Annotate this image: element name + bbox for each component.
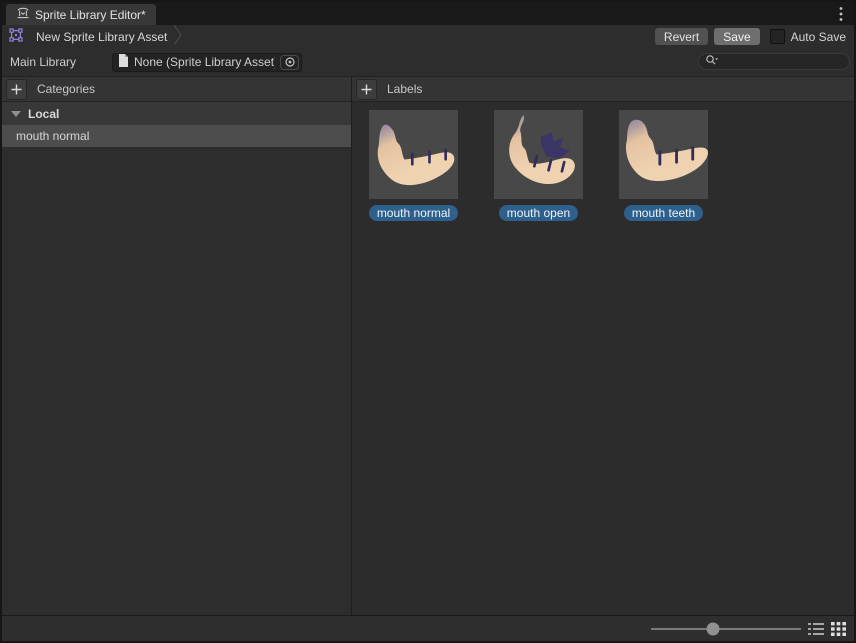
object-picker-icon[interactable] bbox=[280, 55, 299, 70]
toolbar: New Sprite Library Asset Revert Save Aut… bbox=[2, 25, 854, 48]
asset-file-icon bbox=[118, 54, 129, 70]
category-item-mouth-normal[interactable]: mouth normal bbox=[2, 125, 351, 147]
object-field-value: None (Sprite Library Asset) bbox=[134, 55, 275, 69]
categories-panel: Categories Local mouth normal bbox=[2, 77, 352, 615]
labels-header: Labels bbox=[352, 77, 854, 102]
toolbar-right-group: Revert Save Auto Save bbox=[655, 28, 854, 45]
thumbnail-size-slider[interactable] bbox=[651, 619, 801, 639]
search-input[interactable] bbox=[723, 55, 843, 69]
categories-header: Categories bbox=[2, 77, 351, 102]
auto-save-checkbox[interactable] bbox=[770, 29, 785, 44]
sprite-label-text: mouth normal bbox=[377, 206, 450, 220]
sprite-library-editor-window: Sprite Library Editor* bbox=[0, 0, 856, 643]
kebab-menu-icon[interactable] bbox=[834, 5, 848, 22]
breadcrumb[interactable]: New Sprite Library Asset bbox=[2, 25, 182, 48]
grid-view-icon[interactable] bbox=[829, 620, 847, 638]
sprite-card-mouth-open: mouth open bbox=[494, 110, 583, 221]
categories-title: Categories bbox=[37, 82, 95, 96]
category-group-label: Local bbox=[28, 107, 59, 121]
main-library-row: Main Library None (Sprite Library Asset) bbox=[2, 48, 854, 76]
save-button[interactable]: Save bbox=[714, 28, 759, 45]
sprite-label-text: mouth open bbox=[507, 206, 570, 220]
category-item-label: mouth normal bbox=[16, 129, 89, 143]
main-library-label: Main Library bbox=[2, 55, 112, 69]
category-group-local[interactable]: Local bbox=[2, 102, 351, 125]
sprite-label-badge[interactable]: mouth teeth bbox=[624, 205, 703, 221]
slider-knob[interactable] bbox=[706, 622, 719, 635]
sprite-library-asset-icon bbox=[8, 27, 24, 46]
main-library-object-field[interactable]: None (Sprite Library Asset) bbox=[112, 53, 302, 72]
sprite-label-text: mouth teeth bbox=[632, 206, 695, 220]
sprite-label-badge[interactable]: mouth normal bbox=[369, 205, 458, 221]
foldout-arrow-icon bbox=[11, 111, 21, 117]
labels-title: Labels bbox=[387, 82, 422, 96]
add-category-button[interactable] bbox=[6, 79, 27, 100]
tab-bar: Sprite Library Editor* bbox=[2, 2, 854, 25]
sprite-grid: mouth normal bbox=[352, 102, 854, 221]
sprite-thumbnail-mouth-normal[interactable] bbox=[369, 110, 458, 199]
sprite-card-mouth-teeth: mouth teeth bbox=[619, 110, 708, 221]
sprite-thumbnail-mouth-open[interactable] bbox=[494, 110, 583, 199]
breadcrumb-chevron-icon bbox=[173, 24, 182, 49]
slider-track[interactable] bbox=[651, 628, 801, 630]
search-icon bbox=[705, 54, 719, 69]
footer-bar bbox=[2, 615, 854, 641]
revert-button[interactable]: Revert bbox=[655, 28, 708, 45]
list-view-icon[interactable] bbox=[807, 620, 825, 638]
sprite-thumbnail-mouth-teeth[interactable] bbox=[619, 110, 708, 199]
tab-title: Sprite Library Editor* bbox=[35, 8, 146, 22]
sprite-label-badge[interactable]: mouth open bbox=[499, 205, 578, 221]
labels-panel: Labels bbox=[352, 77, 854, 615]
breadcrumb-label: New Sprite Library Asset bbox=[36, 30, 167, 44]
editor-panels: Categories Local mouth normal Labels bbox=[2, 76, 854, 615]
add-label-button[interactable] bbox=[356, 79, 377, 100]
auto-save-label: Auto Save bbox=[791, 30, 846, 44]
sprite-library-editor-icon bbox=[16, 6, 30, 23]
sprite-card-mouth-normal: mouth normal bbox=[369, 110, 458, 221]
tab-sprite-library-editor[interactable]: Sprite Library Editor* bbox=[6, 4, 156, 25]
search-field[interactable] bbox=[698, 53, 850, 70]
